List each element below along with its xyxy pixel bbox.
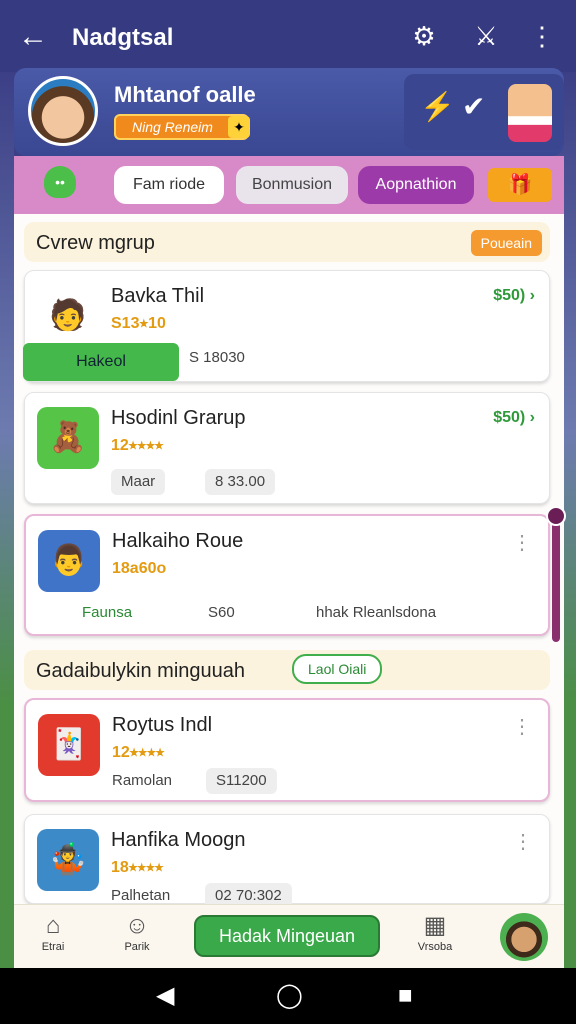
avatar[interactable] bbox=[500, 913, 548, 961]
item-rating: 18⭑⭑⭑⭑ bbox=[111, 859, 164, 876]
group-list: Cvrew mgrup Poueain 🧑 Bavka Thil S13⭑10 … bbox=[14, 214, 566, 909]
item-name: Bavka Thil bbox=[111, 285, 205, 307]
item-meta: Ramolan bbox=[112, 772, 173, 789]
nav-item-profile[interactable]: ☺ Parik bbox=[102, 911, 172, 953]
primary-action-button[interactable]: Hadak Mingeuan bbox=[194, 915, 380, 957]
teddy-bear-icon: 🧸 bbox=[37, 407, 99, 469]
checkmark-icon[interactable]: ✔ bbox=[462, 90, 485, 123]
tab-bonmusion[interactable]: Bonmusion bbox=[236, 166, 348, 204]
profile-name: Mhtanof oalle bbox=[114, 82, 256, 107]
section-title: Gadaibulykin minguuah bbox=[36, 660, 246, 682]
person-avatar-icon: 👨 bbox=[38, 530, 100, 592]
slime-mascot-icon: •• bbox=[44, 166, 76, 198]
system-navigation-bar: ◀ ◯ ■ bbox=[0, 968, 576, 1024]
friend-avatar[interactable] bbox=[508, 84, 552, 142]
back-triangle-icon[interactable]: ◀ bbox=[156, 982, 174, 1010]
item-name: Roytus Indl bbox=[112, 714, 213, 736]
item-rating: 12⭑⭑⭑⭑ bbox=[112, 744, 165, 761]
item-tag: Faunsa bbox=[82, 604, 133, 621]
more-options-icon[interactable]: ⋮ bbox=[513, 829, 533, 854]
profile-header: Mhtanof oalle Ning Reneim ✦ ⚡ ✔ bbox=[14, 68, 564, 156]
building-icon: ▦ bbox=[423, 912, 447, 939]
tab-aopnathion[interactable]: Aopnathion bbox=[358, 166, 474, 204]
nav-label: Vrsoba bbox=[417, 941, 453, 953]
list-item[interactable]: 🧑 Bavka Thil S13⭑10 $50) › Hakeol S 1803… bbox=[23, 270, 550, 382]
scroll-handle[interactable] bbox=[546, 506, 566, 526]
section-action-button[interactable]: Laol Oiali bbox=[292, 654, 383, 684]
nav-label: Parik bbox=[124, 941, 150, 953]
top-app-bar: ← Nadgtsal ⚙ ⚔ ⋮ bbox=[0, 0, 576, 72]
item-rating: S13⭑10 bbox=[111, 315, 166, 332]
nav-item-home[interactable]: ⌂ Etrai bbox=[18, 911, 88, 953]
item-tag: S60 bbox=[208, 604, 235, 621]
more-options-icon[interactable]: ⋮ bbox=[512, 530, 532, 555]
tab-fam-riode[interactable]: Fam riode bbox=[114, 166, 224, 204]
section-header: Cvrew mgrup Poueain bbox=[24, 222, 550, 262]
puzzle-icon[interactable]: ⚙ bbox=[408, 20, 440, 52]
item-chip: Maar bbox=[111, 469, 166, 495]
cross-swords-icon[interactable]: ⚔ bbox=[470, 20, 502, 52]
home-icon: ⌂ bbox=[45, 912, 61, 939]
item-price[interactable]: $50) › bbox=[493, 287, 535, 305]
item-meta: S 18030 bbox=[189, 349, 245, 366]
list-item[interactable]: 🤹 Hanfika Moogn 18⭑⭑⭑⭑ ⋮ Palhetan 02 70:… bbox=[24, 814, 550, 909]
list-item[interactable]: 👨 Halkaiho Roue 18a60o ⋮ Faunsa S60 hhak… bbox=[24, 514, 550, 636]
bottom-navigation: ⌂ Etrai ☺ Parik Hadak Mingeuan ▦ Vrsoba bbox=[14, 904, 564, 968]
jester-avatar-icon: 🤹 bbox=[37, 829, 99, 891]
item-price[interactable]: $50) › bbox=[493, 409, 535, 427]
recents-square-icon[interactable]: ■ bbox=[398, 982, 413, 1010]
avatar[interactable] bbox=[28, 76, 98, 146]
background-scenery-left bbox=[0, 72, 14, 972]
more-vertical-icon[interactable]: ⋮ bbox=[526, 20, 558, 52]
gift-box-icon[interactable]: 🎁 bbox=[488, 168, 552, 202]
item-name: Halkaiho Roue bbox=[112, 530, 244, 552]
list-item[interactable]: 🧸 Hsodinl Grarup 12⭑⭑⭑⭑ $50) › Maar 8 33… bbox=[24, 392, 550, 504]
profile-icon: ☺ bbox=[124, 912, 150, 939]
nav-item-building[interactable]: ▦ Vrsoba bbox=[400, 911, 470, 953]
list-item[interactable]: 🃏 Roytus Indl 12⭑⭑⭑⭑ ⋮ Ramolan S11200 bbox=[24, 698, 550, 802]
profile-actions: ⚡ ✔ bbox=[404, 74, 564, 150]
running-icon[interactable]: ⚡ bbox=[420, 90, 455, 123]
item-chip: 8 33.00 bbox=[205, 469, 276, 495]
item-tag: hhak Rleanlsdona bbox=[316, 604, 437, 621]
section-header: Gadaibulykin minguuah Laol Oiali bbox=[24, 650, 550, 690]
mode-tabs: •• Fam riode Bonmusion Aopnathion 🎁 bbox=[14, 156, 564, 214]
item-chip: S11200 bbox=[206, 768, 277, 794]
item-rating: 12⭑⭑⭑⭑ bbox=[111, 437, 164, 454]
item-name: Hsodinl Grarup bbox=[111, 407, 246, 429]
item-meta: Palhetan bbox=[111, 887, 171, 904]
join-button[interactable]: Hakeol bbox=[23, 343, 179, 381]
item-name: Hanfika Moogn bbox=[111, 829, 246, 851]
section-title: Cvrew mgrup bbox=[36, 232, 155, 254]
home-circle-icon[interactable]: ◯ bbox=[276, 982, 303, 1010]
gold-cards-icon: 🃏 bbox=[38, 714, 100, 776]
badge-star-icon: ✦ bbox=[228, 116, 250, 138]
character-avatar-icon: 🧑 bbox=[37, 285, 99, 347]
nav-label: Etrai bbox=[41, 941, 65, 953]
page-title: Nadgtsal bbox=[72, 24, 174, 51]
more-options-icon[interactable]: ⋮ bbox=[512, 714, 532, 739]
arrow-left-icon[interactable]: ← bbox=[18, 22, 48, 52]
item-rating: 18a60o bbox=[112, 560, 167, 577]
scrollbar[interactable] bbox=[552, 514, 560, 642]
section-action-button[interactable]: Poueain bbox=[470, 230, 542, 256]
